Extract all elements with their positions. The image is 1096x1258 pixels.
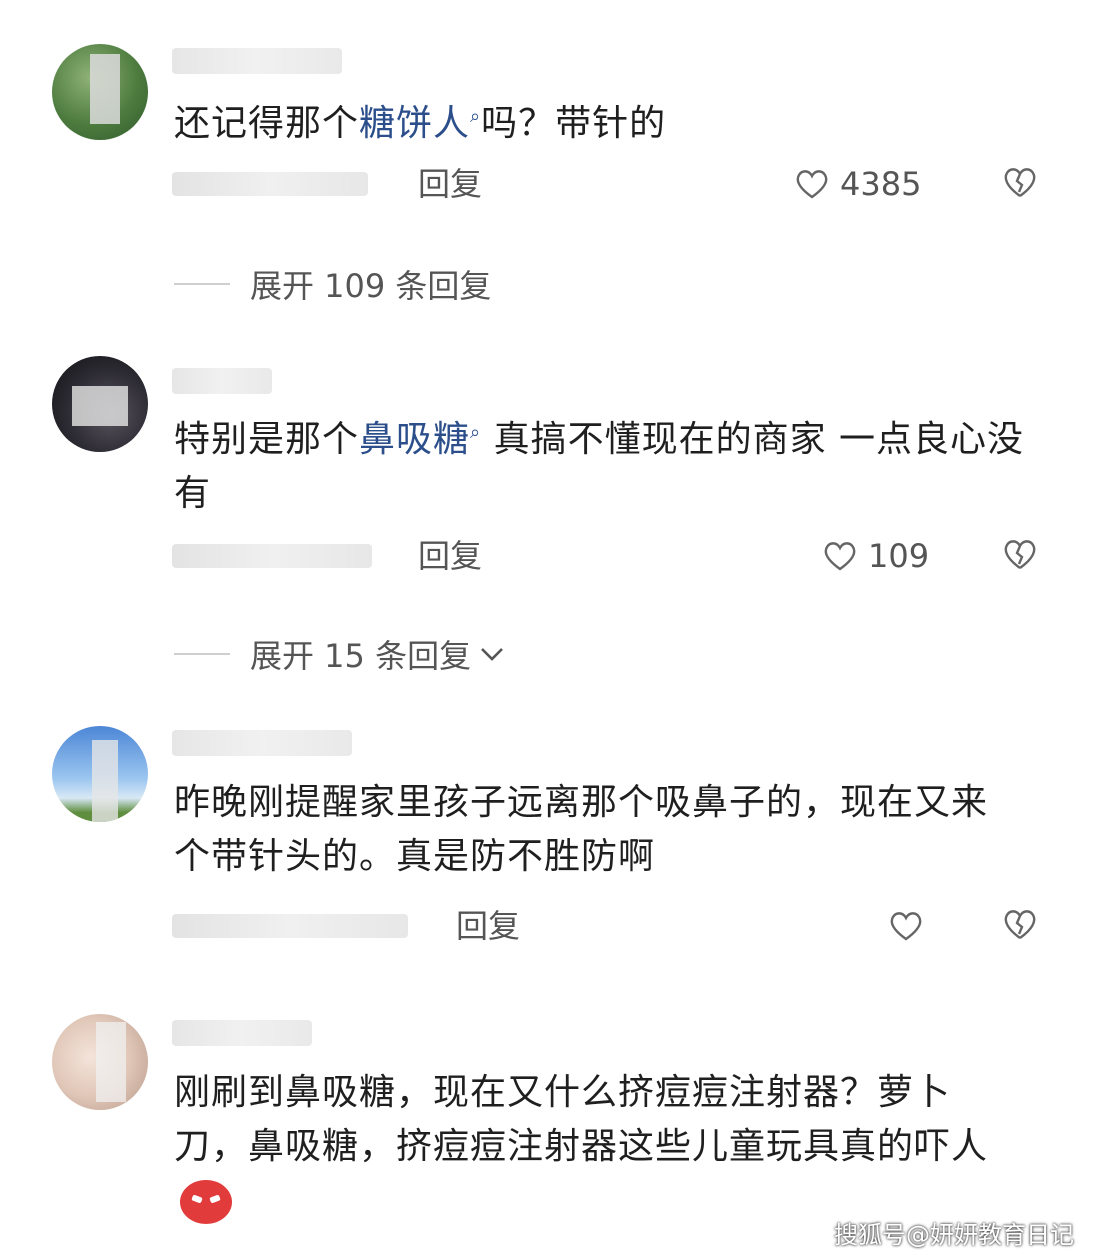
avatar[interactable] — [52, 1014, 148, 1110]
expand-replies-button[interactable]: 展开 15 条回复 — [174, 634, 505, 675]
username-blurred[interactable] — [172, 730, 352, 756]
timestamp-location-blurred — [172, 914, 408, 938]
avatar[interactable] — [52, 356, 148, 452]
divider — [174, 653, 230, 655]
like-button[interactable] — [888, 906, 934, 946]
reply-button[interactable]: 回复 — [418, 164, 482, 204]
comment-meta: 回复 — [172, 906, 1052, 946]
comment-text: 特别是那个鼻吸糖⌕ 真搞不懂现在的商家 一点良心没有 — [174, 419, 1025, 514]
like-count: 4385 — [840, 165, 922, 203]
comment-text: 刚刷到鼻吸糖，现在又什么挤痘痘注射器？萝卜刀，鼻吸糖，挤痘痘注射器这些儿童玩具真… — [174, 1066, 1014, 1228]
comment-text: 昨晚刚提醒家里孩子远离那个吸鼻子的，现在又来个带针头的。真是防不胜防啊 — [174, 782, 989, 877]
comment-meta: 回复 109 — [172, 536, 1052, 576]
search-link[interactable]: 糖饼人⌕ — [359, 103, 481, 144]
like-button[interactable]: 109 — [822, 536, 929, 576]
heart-icon — [822, 540, 858, 572]
avatar[interactable] — [52, 726, 148, 822]
broken-heart-icon[interactable] — [1002, 908, 1038, 942]
reply-button[interactable]: 回复 — [418, 536, 482, 576]
watermark: 搜狐号@妍妍教育日记 — [834, 1221, 1074, 1249]
reply-button[interactable]: 回复 — [456, 906, 520, 946]
search-icon: ⌕ — [470, 422, 482, 443]
username-blurred[interactable] — [172, 48, 342, 74]
broken-heart-icon[interactable] — [1002, 538, 1038, 572]
angry-face-icon — [180, 1180, 232, 1224]
comment-meta: 回复 4385 — [172, 164, 1052, 204]
chevron-down-icon — [479, 645, 505, 663]
username-blurred[interactable] — [172, 368, 272, 394]
avatar[interactable] — [52, 44, 148, 140]
heart-icon — [794, 168, 830, 200]
timestamp-location-blurred — [172, 544, 372, 568]
divider — [174, 283, 230, 285]
comment-text: 还记得那个糖饼人⌕吗？带针的 — [174, 103, 667, 144]
username-blurred[interactable] — [172, 1020, 312, 1046]
expand-replies-button[interactable]: 展开 109 条回复 — [174, 264, 491, 305]
broken-heart-icon[interactable] — [1002, 166, 1038, 200]
search-link[interactable]: 鼻吸糖⌕ — [359, 419, 481, 460]
like-button[interactable]: 4385 — [794, 164, 921, 204]
heart-icon — [888, 910, 924, 942]
search-icon: ⌕ — [470, 106, 482, 127]
timestamp-location-blurred — [172, 172, 368, 196]
like-count: 109 — [868, 537, 930, 575]
